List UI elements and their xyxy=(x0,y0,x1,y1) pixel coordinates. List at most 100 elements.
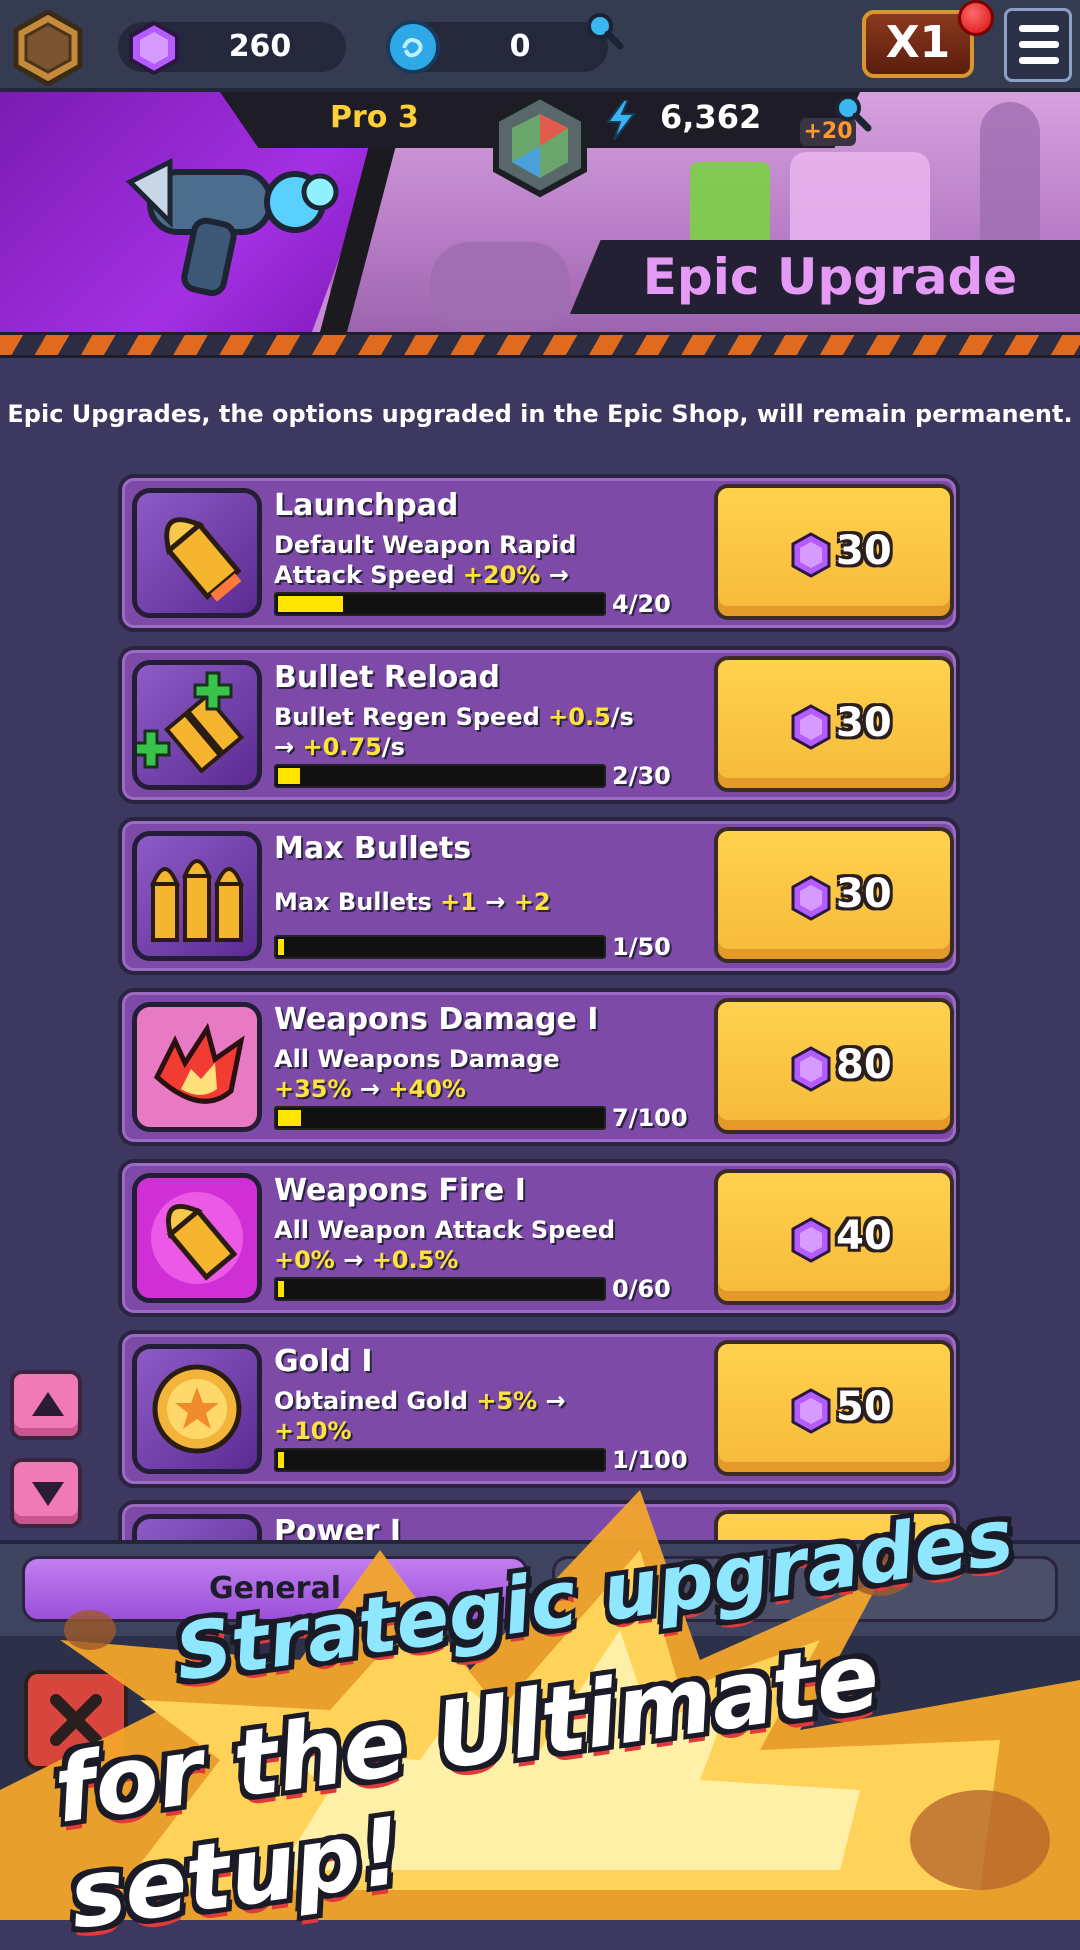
buy-price: 30 xyxy=(836,871,892,917)
buy-button[interactable]: 50 xyxy=(714,1340,954,1476)
effect-part: /s xyxy=(610,703,634,731)
menu-icon-line xyxy=(1019,41,1059,48)
upgrade-name: Weapons Damage I xyxy=(274,1002,599,1037)
purple-gem-icon xyxy=(790,1388,832,1438)
effect-part: → xyxy=(540,561,569,589)
upgrade-card: Weapons Fire I All Weapon Attack Speed +0… xyxy=(118,1159,960,1317)
effect-part: +10% xyxy=(274,1417,352,1445)
progress-fill xyxy=(278,596,343,612)
upgrade-level: 0/60 xyxy=(612,1275,671,1303)
three-bullets-icon xyxy=(132,831,262,961)
buy-price: 50 xyxy=(836,1384,892,1430)
effect-part: +0.5 xyxy=(548,703,611,731)
rank-label: Pro 3 xyxy=(330,100,419,135)
buy-button[interactable]: 40 xyxy=(714,1169,954,1305)
lab-pipe xyxy=(430,242,570,332)
effect-part: +1 xyxy=(440,888,477,916)
lightning-icon xyxy=(606,100,636,140)
orb-count: 0 xyxy=(509,29,531,64)
upgrade-level: 7/100 xyxy=(612,1104,688,1132)
gold-coin-icon xyxy=(132,1344,262,1474)
upgrade-effect: All Weapons Damage +35% → +40% xyxy=(274,1044,634,1104)
effect-part: → xyxy=(476,888,514,916)
progress-bar xyxy=(274,935,606,959)
scroll-up-button[interactable] xyxy=(10,1370,82,1440)
fire-bullet-icon xyxy=(132,1173,262,1303)
upgrade-effect: Max Bullets +1 → +2 xyxy=(274,887,634,917)
effect-part: Obtained Gold xyxy=(274,1387,477,1415)
effect-part: All Weapons Damage xyxy=(274,1045,560,1073)
upgrade-name: Weapons Fire I xyxy=(274,1173,526,1208)
progress-bar xyxy=(274,1277,606,1301)
effect-part: → xyxy=(351,1075,389,1103)
rainbow-gem-icon xyxy=(493,92,587,198)
purple-gem-icon xyxy=(790,704,832,754)
profile-hex-button[interactable] xyxy=(8,8,88,88)
progress-bar xyxy=(274,592,606,616)
effect-part: → xyxy=(537,1387,566,1415)
energy-magnifier-icon[interactable] xyxy=(832,92,874,134)
progress-fill xyxy=(278,1110,301,1126)
gem-count: 260 xyxy=(228,29,292,64)
purple-gem-icon xyxy=(790,1046,832,1096)
upgrade-level: 1/50 xyxy=(612,933,671,961)
progress-fill xyxy=(278,939,284,955)
bullet-rocket-icon xyxy=(132,488,262,618)
upgrade-name: Max Bullets xyxy=(274,831,472,866)
energy-count: 6,362 xyxy=(660,98,762,136)
buy-price: 30 xyxy=(836,528,892,574)
progress-fill xyxy=(278,768,300,784)
ray-gun-icon xyxy=(125,157,339,297)
magnifier-icon[interactable] xyxy=(584,10,626,52)
blue-orb-icon xyxy=(386,20,440,74)
upgrade-card: Weapons Damage I All Weapons Damage +35% … xyxy=(118,988,960,1146)
effect-part: +0% xyxy=(274,1246,335,1274)
upgrade-effect: Obtained Gold +5% → +10% xyxy=(274,1386,634,1446)
buy-price: 30 xyxy=(836,700,892,746)
buy-price: 40 xyxy=(836,1213,892,1259)
effect-part: Bullet Regen Speed xyxy=(274,703,549,731)
description-text: Epic Upgrades, the options upgraded in t… xyxy=(7,400,1073,428)
upgrade-effect: All Weapon Attack Speed +0% → +0.5% xyxy=(274,1215,634,1275)
effect-part: All Weapon Attack Speed xyxy=(274,1216,616,1244)
effect-part: Max Bullets xyxy=(274,888,441,916)
epic-upgrade-banner: Pro 3 6,362 +20 Epic Upgrade xyxy=(0,92,1080,332)
effect-part: → xyxy=(334,1246,372,1274)
notification-dot xyxy=(958,0,994,36)
arrow-up-icon xyxy=(32,1392,64,1416)
effect-part: +35% xyxy=(274,1075,352,1103)
upgrade-level: 4/20 xyxy=(612,590,671,618)
purple-gem-icon xyxy=(790,532,832,582)
effect-part: +0.75 xyxy=(302,733,382,761)
upgrade-level: 2/30 xyxy=(612,762,671,790)
effect-part: +0.5% xyxy=(371,1246,459,1274)
buy-button[interactable]: 30 xyxy=(714,827,954,963)
menu-button[interactable] xyxy=(1004,8,1072,82)
top-bar: 260 0 X1 xyxy=(0,0,1080,92)
hazard-stripe xyxy=(0,332,1080,358)
progress-bar xyxy=(274,1106,606,1130)
buy-price: 80 xyxy=(836,1042,892,1088)
purple-gem-icon xyxy=(129,20,179,76)
effect-part: +5% xyxy=(476,1387,538,1415)
effect-part: +20% xyxy=(462,561,541,589)
effect-part: /s xyxy=(381,733,405,761)
upgrade-card: Launchpad Default Weapon Rapid Attack Spe… xyxy=(118,474,960,632)
upgrade-effect: Bullet Regen Speed +0.5/s → +0.75/s xyxy=(274,702,634,762)
progress-bar xyxy=(274,764,606,788)
upgrade-card: Bullet Reload Bullet Regen Speed +0.5/s →… xyxy=(118,646,960,804)
explosion-icon xyxy=(132,1002,262,1132)
buy-button[interactable]: 80 xyxy=(714,998,954,1134)
purple-gem-icon xyxy=(790,1217,832,1267)
buy-button[interactable]: 30 xyxy=(714,656,954,792)
effect-part: +2 xyxy=(513,888,551,916)
hex-badge-icon xyxy=(13,9,83,87)
upgrade-name: Bullet Reload xyxy=(274,660,500,695)
effect-part: +40% xyxy=(388,1075,466,1103)
upgrade-name: Gold I xyxy=(274,1344,373,1379)
menu-icon xyxy=(1019,25,1059,32)
effect-part: → xyxy=(274,733,303,761)
progress-fill xyxy=(278,1281,284,1297)
buy-button[interactable]: 30 xyxy=(714,484,954,620)
purple-gem-icon xyxy=(790,875,832,925)
